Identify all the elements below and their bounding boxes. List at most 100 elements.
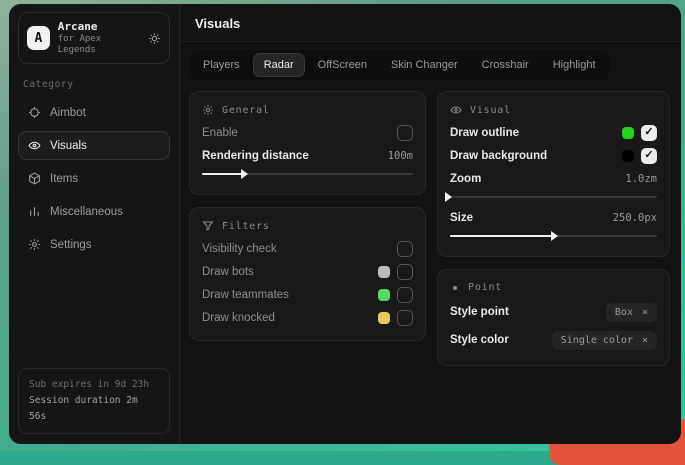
rendering-distance-slider[interactable] bbox=[202, 168, 413, 179]
sidebar-item-label: Items bbox=[50, 173, 78, 185]
visual-panel-header: Visual bbox=[450, 104, 657, 116]
sidebar-item-aimbot[interactable]: Aimbot bbox=[18, 98, 170, 127]
draw-teammates-label: Draw teammates bbox=[202, 289, 289, 301]
draw-outline-label: Draw outline bbox=[450, 127, 519, 139]
eye-icon bbox=[28, 139, 41, 152]
tab-bar: Players Radar OffScreen Skin Changer Cro… bbox=[189, 50, 610, 80]
rendering-distance-label: Rendering distance bbox=[202, 150, 309, 162]
page-title: Visuals bbox=[195, 16, 666, 31]
zoom-label: Zoom bbox=[450, 173, 481, 185]
session-duration-text: Session duration 2m 56s bbox=[29, 393, 159, 425]
cube-icon bbox=[28, 172, 41, 185]
tab-players[interactable]: Players bbox=[192, 53, 251, 77]
draw-teammates-checkbox[interactable]: ✓ bbox=[397, 287, 413, 303]
check-icon: ✓ bbox=[644, 127, 653, 138]
style-color-label: Style color bbox=[450, 334, 509, 346]
style-point-row: Style point Box × bbox=[450, 298, 657, 326]
brand-gear-icon[interactable] bbox=[148, 32, 161, 45]
draw-knocked-color-swatch[interactable] bbox=[378, 312, 390, 324]
brand-text: Arcane for Apex Legends bbox=[58, 20, 140, 56]
draw-bots-label: Draw bots bbox=[202, 266, 254, 278]
sidebar-item-miscellaneous[interactable]: Miscellaneous bbox=[18, 197, 170, 226]
bars-icon bbox=[28, 205, 41, 218]
gear-icon bbox=[28, 238, 41, 251]
filters-panel-header: Filters bbox=[202, 220, 413, 232]
enable-checkbox[interactable]: ✓ bbox=[397, 125, 413, 141]
crosshair-icon bbox=[28, 106, 41, 119]
app-name: Arcane bbox=[58, 20, 140, 34]
tab-highlight[interactable]: Highlight bbox=[542, 53, 607, 77]
filters-panel: Filters Visibility check ✓ Draw bots bbox=[189, 207, 426, 341]
visual-panel: Visual Draw outline ✓ Draw background bbox=[437, 91, 670, 257]
size-label: Size bbox=[450, 212, 473, 224]
point-panel: Point Style point Box × Style color Sing… bbox=[437, 269, 670, 366]
draw-outline-color-swatch[interactable] bbox=[622, 127, 634, 139]
draw-teammates-row: Draw teammates ✓ bbox=[202, 283, 413, 306]
close-icon[interactable]: × bbox=[642, 335, 648, 346]
general-panel: General Enable ✓ Rendering distance 100m bbox=[189, 91, 426, 195]
draw-outline-row: Draw outline ✓ bbox=[450, 121, 657, 144]
style-color-value: Single color bbox=[561, 335, 633, 346]
sidebar-item-label: Settings bbox=[50, 239, 92, 251]
sidebar-item-label: Visuals bbox=[50, 140, 87, 152]
sidebar: A Arcane for Apex Legends Category Aimbo… bbox=[9, 4, 180, 444]
size-slider[interactable] bbox=[450, 230, 657, 241]
draw-bots-color-swatch[interactable] bbox=[378, 266, 390, 278]
visibility-check-checkbox[interactable]: ✓ bbox=[397, 241, 413, 257]
draw-background-color-swatch[interactable] bbox=[622, 150, 634, 162]
category-label: Category bbox=[23, 79, 165, 90]
visual-panel-title: Visual bbox=[470, 105, 511, 116]
slider-handle[interactable] bbox=[551, 231, 558, 241]
sidebar-item-label: Aimbot bbox=[50, 107, 86, 119]
size-row: Size 250.0px bbox=[450, 206, 657, 229]
tabs-row: Players Radar OffScreen Skin Changer Cro… bbox=[180, 42, 681, 82]
eye-icon bbox=[450, 104, 462, 116]
style-point-value: Box bbox=[615, 307, 633, 318]
style-color-select[interactable]: Single color × bbox=[552, 331, 657, 350]
tab-crosshair[interactable]: Crosshair bbox=[471, 53, 540, 77]
slider-handle[interactable] bbox=[445, 192, 452, 202]
tab-offscreen[interactable]: OffScreen bbox=[307, 53, 378, 77]
draw-bots-checkbox[interactable]: ✓ bbox=[397, 264, 413, 280]
sidebar-item-visuals[interactable]: Visuals bbox=[18, 131, 170, 160]
sidebar-item-settings[interactable]: Settings bbox=[18, 230, 170, 259]
draw-teammates-color-swatch[interactable] bbox=[378, 289, 390, 301]
zoom-row: Zoom 1.0zm bbox=[450, 167, 657, 190]
slider-fill bbox=[202, 173, 246, 175]
point-panel-header: Point bbox=[450, 282, 657, 293]
close-icon[interactable]: × bbox=[642, 307, 648, 318]
left-column: General Enable ✓ Rendering distance 100m bbox=[189, 91, 426, 341]
tab-radar[interactable]: Radar bbox=[253, 53, 305, 77]
draw-knocked-row: Draw knocked ✓ bbox=[202, 306, 413, 329]
draw-background-label: Draw background bbox=[450, 150, 547, 162]
slider-track bbox=[450, 196, 657, 198]
content: General Enable ✓ Rendering distance 100m bbox=[180, 82, 681, 375]
sidebar-item-items[interactable]: Items bbox=[18, 164, 170, 193]
right-column: Visual Draw outline ✓ Draw background bbox=[437, 91, 670, 366]
draw-knocked-checkbox[interactable]: ✓ bbox=[397, 310, 413, 326]
style-point-select[interactable]: Box × bbox=[606, 303, 657, 322]
point-panel-title: Point bbox=[468, 282, 502, 293]
draw-outline-checkbox[interactable]: ✓ bbox=[641, 125, 657, 141]
rendering-distance-row: Rendering distance 100m bbox=[202, 144, 413, 167]
brand-card: A Arcane for Apex Legends bbox=[18, 12, 170, 64]
visibility-check-row: Visibility check ✓ bbox=[202, 237, 413, 260]
zoom-value: 1.0zm bbox=[625, 173, 657, 185]
size-value: 250.0px bbox=[613, 212, 657, 224]
tab-skin-changer[interactable]: Skin Changer bbox=[380, 53, 469, 77]
filters-panel-title: Filters bbox=[222, 221, 270, 232]
zoom-slider[interactable] bbox=[450, 191, 657, 202]
session-info-card: Sub expires in 9d 23h Session duration 2… bbox=[18, 368, 170, 434]
dot-icon bbox=[450, 283, 460, 293]
main-header: Visuals bbox=[180, 4, 681, 42]
style-point-label: Style point bbox=[450, 306, 509, 318]
slider-fill bbox=[450, 235, 556, 237]
rendering-distance-value: 100m bbox=[388, 150, 413, 162]
visibility-check-label: Visibility check bbox=[202, 243, 277, 255]
slider-handle[interactable] bbox=[241, 169, 248, 179]
draw-background-row: Draw background ✓ bbox=[450, 144, 657, 167]
app-logo: A bbox=[27, 26, 50, 50]
style-color-row: Style color Single color × bbox=[450, 326, 657, 354]
enable-row: Enable ✓ bbox=[202, 121, 413, 144]
draw-background-checkbox[interactable]: ✓ bbox=[641, 148, 657, 164]
